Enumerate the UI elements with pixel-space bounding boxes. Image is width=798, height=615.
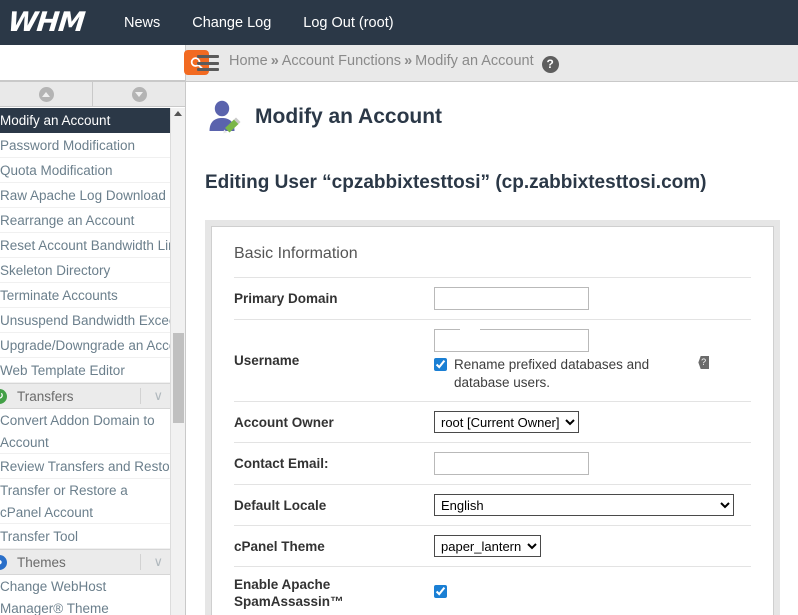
page-header: Modify an Account [187, 82, 798, 136]
scrollbar-thumb[interactable] [173, 333, 184, 423]
enable-spamassassin-checkbox[interactable] [434, 585, 447, 598]
main-content: Modify an Account Editing User “cpzabbix… [187, 82, 798, 615]
chevron-down-icon: ∨ [153, 388, 163, 403]
scroll-up-arrow-icon[interactable] [174, 111, 182, 116]
sidebar-item-reset-account-bandwidth-limit[interactable]: Reset Account Bandwidth Limit [0, 233, 171, 258]
sidebar-group-transfers[interactable]: ↻ Transfers ∨ [0, 383, 171, 409]
chevron-down-circle-icon [131, 86, 147, 102]
info-flag-icon[interactable]: ? [698, 356, 709, 369]
sidebar-search-container [0, 45, 209, 81]
sidebar-item-password-modification[interactable]: Password Modification [0, 133, 171, 158]
panel-inner: Basic Information Primary Domain Usernam… [211, 226, 774, 615]
breadcrumb-separator: » [270, 53, 279, 69]
search-input[interactable] [0, 47, 184, 78]
sidebar-nav-list: Modify an Account Password Modification … [0, 108, 171, 615]
default-locale-select[interactable]: English [434, 494, 734, 516]
label-cpanel-theme: cPanel Theme [234, 538, 325, 554]
breadcrumb-item-home[interactable]: Home [229, 53, 268, 69]
page-title: Modify an Account [255, 105, 443, 128]
form-row-default-locale: Default Locale English [234, 484, 751, 525]
themes-group-icon: ● [0, 554, 7, 570]
breadcrumb-item-account-functions[interactable]: Account Functions [282, 53, 401, 69]
form-row-enable-spamassassin: Enable Apache SpamAssassin™ [234, 566, 751, 615]
group-divider [140, 388, 141, 404]
basic-information-panel: Basic Information Primary Domain Usernam… [205, 220, 780, 615]
form-row-username: Username Rename prefixed databases and d… [234, 319, 751, 401]
sidebar-item-transfer-tool[interactable]: Transfer Tool [0, 524, 171, 549]
breadcrumb-bar: Home» Account Functions» Modify an Account… [187, 45, 798, 81]
nav-link-news[interactable]: News [124, 15, 160, 31]
breadcrumb-separator: » [404, 53, 413, 69]
search-breadcrumb-bar: Home» Account Functions» Modify an Account… [0, 45, 798, 82]
sidebar-group-themes[interactable]: ● Themes ∨ [0, 549, 171, 575]
chevron-up-circle-icon [38, 86, 54, 102]
hamburger-menu-icon[interactable] [195, 55, 219, 71]
username-input[interactable] [434, 329, 589, 352]
whm-logo-icon[interactable]: WHM [6, 7, 106, 38]
modify-account-user-icon [209, 100, 241, 134]
breadcrumb: Home» Account Functions» Modify an Account… [229, 53, 559, 73]
rename-databases-checkbox[interactable] [434, 358, 447, 371]
label-username: Username [234, 353, 300, 368]
cpanel-theme-select[interactable]: paper_lantern [434, 535, 541, 557]
form-row-primary-domain: Primary Domain [234, 277, 751, 319]
help-icon[interactable]: ? [541, 56, 559, 73]
top-navigation: News Change Log Log Out (root) [124, 15, 426, 31]
sidebar-item-upgrade-downgrade-an-account[interactable]: Upgrade/Downgrade an Account [0, 333, 171, 358]
group-divider [140, 554, 141, 570]
rename-databases-label: Rename prefixed databases and database u… [454, 357, 650, 390]
panel-title: Basic Information [234, 245, 358, 262]
label-default-locale: Default Locale [234, 497, 327, 513]
transfers-group-icon: ↻ [0, 388, 7, 404]
label-primary-domain: Primary Domain [234, 291, 338, 306]
sidebar-item-convert-addon-domain-to-account[interactable]: Convert Addon Domain to Account [0, 409, 171, 454]
sidebar-item-skeleton-directory[interactable]: Skeleton Directory [0, 258, 171, 283]
sidebar-toolbar [0, 82, 185, 107]
input-border-segment [480, 329, 589, 330]
label-contact-email: Contact Email: [234, 456, 329, 471]
label-enable-spamassassin: Enable Apache SpamAssassin™ [234, 577, 344, 609]
nav-link-log-out[interactable]: Log Out (root) [303, 15, 393, 31]
form-row-cpanel-theme: cPanel Theme paper_lantern [234, 525, 751, 566]
form-row-contact-email: Contact Email: [234, 442, 751, 484]
sidebar-group-label: Transfers [17, 388, 74, 404]
sidebar-item-unsuspend-bandwidth-exceeders[interactable]: Unsuspend Bandwidth Exceeders [0, 308, 171, 333]
form-row-account-owner: Account Owner root [Current Owner] [234, 401, 751, 442]
expand-all-button[interactable] [93, 82, 185, 106]
sidebar-item-quota-modification[interactable]: Quota Modification [0, 158, 171, 183]
sidebar-item-raw-apache-log-download[interactable]: Raw Apache Log Download [0, 183, 171, 208]
editing-user-heading: Editing User “cpzabbixtesttosi” (cp.zabb… [205, 172, 707, 193]
username-input-wrap [434, 329, 589, 352]
chevron-down-icon: ∨ [153, 554, 163, 569]
sidebar-group-label: Themes [17, 554, 66, 570]
sidebar-item-rearrange-an-account[interactable]: Rearrange an Account [0, 208, 171, 233]
sidebar-item-web-template-editor[interactable]: Web Template Editor [0, 358, 171, 383]
contact-email-input[interactable] [434, 452, 589, 475]
sidebar-item-transfer-or-restore-a-cpanel-account[interactable]: Transfer or Restore a cPanel Account [0, 479, 171, 524]
collapse-all-button[interactable] [0, 82, 93, 106]
sidebar-item-review-transfers-and-restores[interactable]: Review Transfers and Restores [0, 454, 171, 479]
sidebar-scroll-region: Modify an Account Password Modification … [0, 108, 185, 615]
top-header-bar: WHM News Change Log Log Out (root) [0, 0, 798, 45]
sidebar-scrollbar[interactable] [170, 108, 185, 615]
nav-link-change-log[interactable]: Change Log [192, 15, 271, 31]
breadcrumb-item-modify-an-account[interactable]: Modify an Account [415, 53, 534, 69]
primary-domain-input[interactable] [434, 287, 589, 310]
sidebar-item-terminate-accounts[interactable]: Terminate Accounts [0, 283, 171, 308]
sidebar-item-change-webhost-manager-theme[interactable]: Change WebHost Manager® Theme [0, 575, 171, 615]
rename-databases-checkbox-row[interactable]: Rename prefixed databases and database u… [434, 356, 709, 392]
label-account-owner: Account Owner [234, 414, 334, 430]
account-owner-select[interactable]: root [Current Owner] [434, 411, 579, 433]
input-border-segment [434, 329, 460, 330]
sidebar-item-modify-an-account[interactable]: Modify an Account [0, 108, 171, 133]
sidebar: Modify an Account Password Modification … [0, 82, 186, 615]
